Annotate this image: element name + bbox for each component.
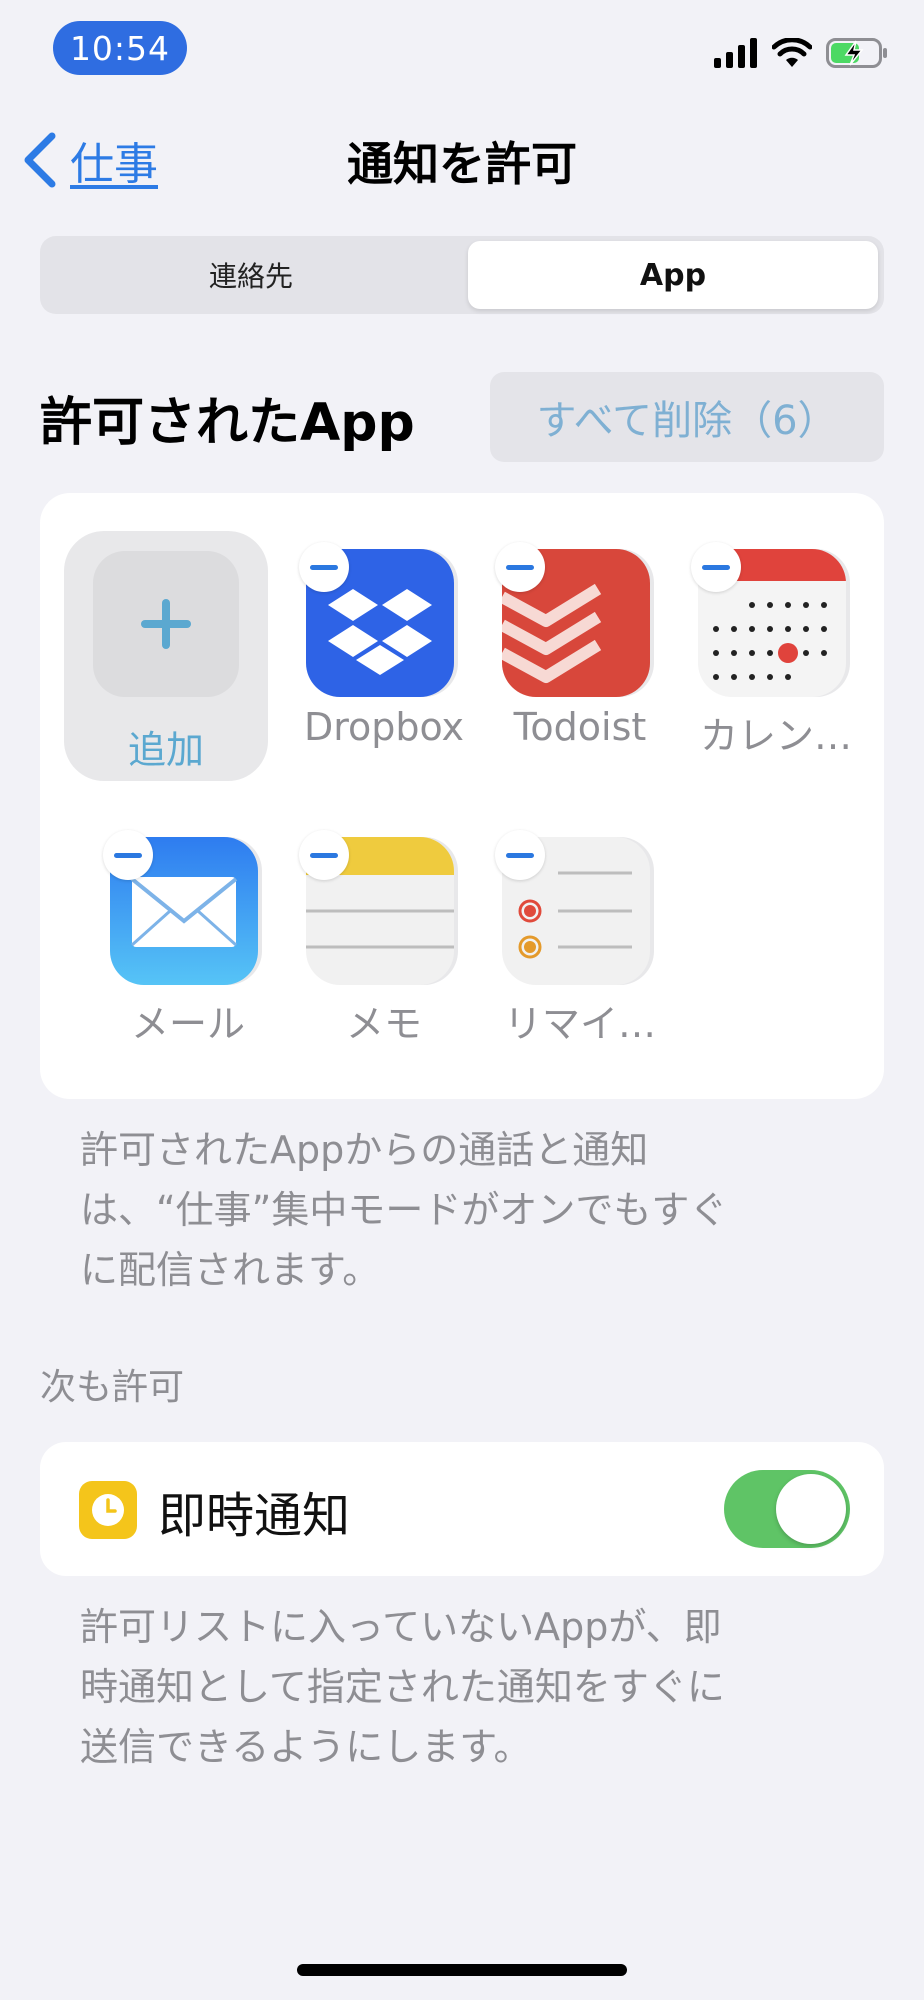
section-title: 許可されたApp: [40, 393, 415, 453]
page-title: 通知を許可: [347, 137, 577, 191]
time-sensitive-label: 即時通知: [158, 1488, 351, 1544]
cellular-signal-icon: [714, 38, 757, 68]
app-label-todoist: Todoist: [513, 705, 647, 749]
clock-icon: [79, 1481, 137, 1539]
time-sensitive-toggle[interactable]: [724, 1470, 850, 1548]
time-sensitive-description-line: 許可リストに入っていないAppが、即: [80, 1605, 722, 1649]
status-time: 10:54: [53, 21, 187, 75]
app-label-reminders: リマイ…: [503, 1002, 656, 1046]
allowed-apps-card: 追加 Dropbox Todoist カレン… メール メモ リマイ…: [40, 493, 884, 1099]
add-app-button[interactable]: 追加: [64, 531, 268, 781]
app-label-mail: メール: [130, 1002, 245, 1046]
app-tile-reminders[interactable]: リマイ…: [482, 830, 678, 1057]
app-label-calendar: カレン…: [699, 714, 852, 758]
app-label-notes: メモ: [345, 1002, 422, 1046]
plus-icon: [93, 551, 239, 697]
apps-description: 許可されたAppからの通話と通知 は、“仕事”集中モードがオンでもすぐ に配信さ…: [80, 1120, 860, 1300]
remove-mail-button[interactable]: [103, 830, 153, 880]
remove-all-button[interactable]: すべて削除（6）: [490, 372, 884, 462]
status-icons: [714, 38, 888, 68]
toggle-knob: [776, 1474, 846, 1544]
app-label-dropbox: Dropbox: [303, 705, 465, 749]
segment-apps[interactable]: App: [468, 241, 878, 309]
app-tile-notes[interactable]: メモ: [286, 830, 482, 1057]
app-tile-calendar[interactable]: カレン…: [678, 542, 874, 769]
remove-reminders-button[interactable]: [495, 830, 545, 880]
remove-dropbox-button[interactable]: [299, 542, 349, 592]
apps-description-line: は、“仕事”集中モードがオンでもすぐ: [80, 1188, 728, 1232]
time-sensitive-description-line: 時通知として指定された通知をすぐに: [80, 1665, 725, 1709]
apps-description-line: 許可されたAppからの通話と通知: [80, 1128, 649, 1172]
time-sensitive-description-line: 送信できるようにします。: [80, 1725, 532, 1769]
segmented-control: 連絡先 App: [40, 236, 884, 314]
app-tile-mail[interactable]: メール: [90, 830, 286, 1057]
remove-notes-button[interactable]: [299, 830, 349, 880]
app-tile-dropbox[interactable]: Dropbox: [286, 542, 482, 769]
time-sensitive-description: 許可リストに入っていないAppが、即 時通知として指定された通知をすぐに 送信で…: [80, 1597, 860, 1777]
remove-todoist-button[interactable]: [495, 542, 545, 592]
segment-contacts[interactable]: 連絡先: [40, 236, 462, 314]
time-sensitive-row: 即時通知: [40, 1442, 884, 1576]
apps-description-line: に配信されます。: [80, 1248, 381, 1292]
add-app-label: 追加: [127, 728, 204, 772]
also-allow-header: 次も許可: [40, 1367, 185, 1408]
battery-charging-icon: [826, 38, 887, 68]
remove-calendar-button[interactable]: [691, 542, 741, 592]
app-tile-todoist[interactable]: Todoist: [482, 542, 678, 769]
home-indicator: [297, 1964, 627, 1976]
wifi-icon: [772, 38, 812, 67]
